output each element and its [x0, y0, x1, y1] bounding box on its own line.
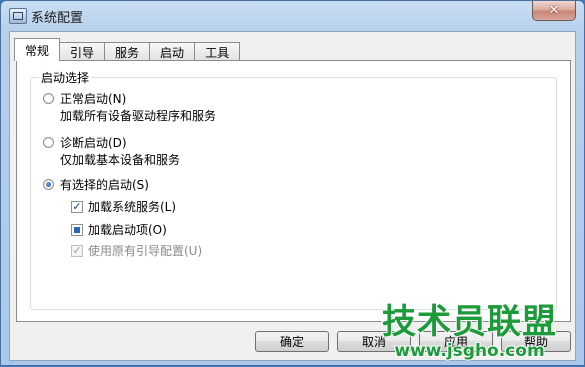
tab-tools[interactable]: 工具	[194, 42, 241, 61]
normal-startup-radio[interactable]: 正常启动(N)	[43, 90, 126, 107]
selective-startup-label: 有选择的启动(S)	[60, 178, 149, 192]
watermark-logo-text: 技术员联盟	[381, 302, 557, 342]
diagnostic-startup-radio[interactable]: 诊断启动(D)	[43, 134, 127, 151]
system-config-icon	[9, 8, 27, 24]
general-tab-panel: 启动选择 正常启动(N) 加载所有设备驱动程序和服务 诊断启动(D) 仅加载基本…	[16, 60, 571, 322]
system-config-window: 系统配置 ✕ 常规 引导 服务 启动 工具 启动选择 正常启动(N) 加载所有设…	[0, 0, 585, 366]
use-original-boot-config-label: 使用原有引导配置(U)	[88, 244, 203, 258]
checkbox-indeterminate[interactable]	[71, 223, 83, 236]
tab-general[interactable]: 常规	[14, 38, 61, 61]
normal-startup-label: 正常启动(N)	[60, 92, 127, 106]
radio-button[interactable]	[43, 93, 54, 104]
checkbox-disabled	[71, 244, 83, 257]
window-title: 系统配置	[31, 11, 84, 26]
site-watermark: 技术员联盟 www.jsgho.com	[353, 297, 585, 367]
close-button[interactable]: ✕	[532, 1, 576, 21]
checkbox-checked[interactable]	[71, 200, 83, 213]
tab-strip: 常规 引导 服务 启动 工具	[14, 38, 241, 61]
group-label: 启动选择	[39, 69, 92, 86]
diagnostic-startup-label: 诊断启动(D)	[60, 136, 127, 150]
normal-startup-desc: 加载所有设备驱动程序和服务	[60, 109, 217, 123]
radio-button-selected[interactable]	[43, 179, 54, 190]
use-original-boot-config-checkbox: 使用原有引导配置(U)	[71, 242, 202, 259]
tab-boot[interactable]: 引导	[59, 42, 106, 61]
tab-services[interactable]: 服务	[104, 42, 151, 61]
load-startup-items-label: 加载启动项(O)	[88, 223, 167, 237]
ok-button[interactable]: 确定	[255, 331, 329, 352]
close-icon: ✕	[548, 3, 560, 18]
selective-startup-radio[interactable]: 有选择的启动(S)	[43, 176, 149, 193]
diagnostic-startup-desc: 仅加载基本设备和服务	[60, 153, 181, 167]
load-system-services-label: 加载系统服务(L)	[88, 200, 177, 214]
startup-selection-group: 启动选择 正常启动(N) 加载所有设备驱动程序和服务 诊断启动(D) 仅加载基本…	[30, 69, 557, 310]
tab-startup[interactable]: 启动	[149, 42, 196, 61]
load-system-services-checkbox[interactable]: 加载系统服务(L)	[71, 198, 176, 215]
watermark-url: www.jsgho.com	[393, 340, 545, 362]
load-startup-items-checkbox[interactable]: 加载启动项(O)	[71, 221, 167, 238]
radio-button[interactable]	[43, 137, 54, 148]
title-bar[interactable]: 系统配置 ✕	[1, 1, 584, 31]
